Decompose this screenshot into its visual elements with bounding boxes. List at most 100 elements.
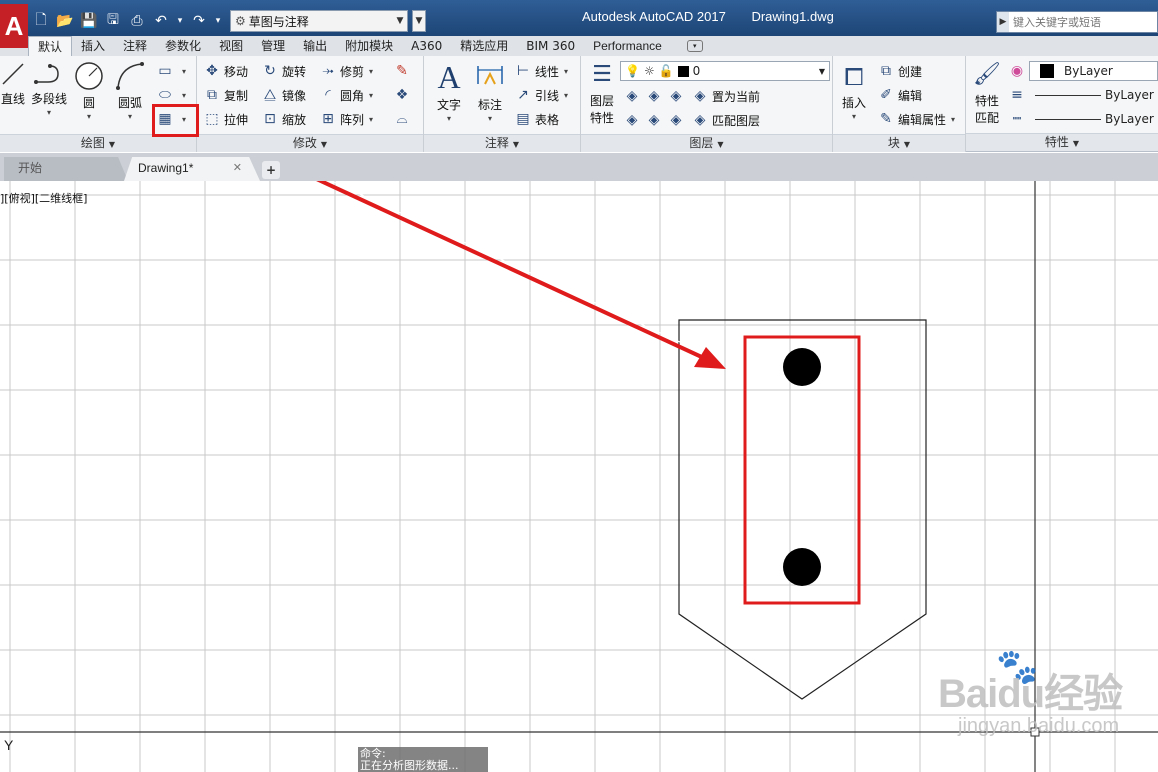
rotate-button[interactable]: ↻ 旋转: [261, 62, 306, 80]
redo-icon[interactable]: ↷: [188, 10, 210, 32]
chevron-down-icon: ▼: [108, 140, 116, 149]
mirror-button[interactable]: ⧋ 镜像: [261, 86, 306, 104]
watermark-main: Baidu经验: [938, 672, 1123, 716]
print-icon[interactable]: ⎙: [126, 10, 148, 32]
color-dropdown[interactable]: ByLayer: [1029, 61, 1158, 81]
modify-panel-title[interactable]: 修改 ▼: [197, 134, 423, 152]
linear-dimension-button[interactable]: ⊢ 线性 ▾: [514, 62, 568, 80]
linetype-dropdown[interactable]: ByLayer: [1029, 85, 1158, 105]
layer-tool-4[interactable]: ◈: [623, 111, 644, 129]
viewport-controls[interactable]: ][俯视][二维线框]: [0, 190, 87, 206]
tab-start[interactable]: 开始: [4, 157, 128, 181]
window-title: Autodesk AutoCAD 2017 Drawing1.dwg: [582, 9, 856, 24]
command-line[interactable]: 命令: 正在分析图形数据...: [358, 747, 488, 772]
open-icon[interactable]: 📂: [54, 10, 76, 32]
tab-annotate[interactable]: 注释: [114, 36, 156, 56]
sun-icon: ☼: [643, 64, 655, 78]
layer-tool-1[interactable]: ◈: [623, 87, 644, 105]
redo-dropdown-icon[interactable]: ▾: [212, 10, 224, 32]
tab-insert[interactable]: 插入: [72, 36, 114, 56]
lineweight-button[interactable]: ≡: [1008, 86, 1029, 104]
quick-access-toolbar: 🗋 📂 💾 🖫 ⎙ ↶ ▾ ↷ ▾ ⚙ 草图与注释 ▼ ▼: [30, 9, 426, 33]
new-icon[interactable]: 🗋: [30, 10, 52, 32]
drawing-canvas[interactable]: ][俯视][二维线框] Y 命令: 正在分析图形数据... 🐾 Baidu经验 …: [0, 181, 1158, 772]
undo-dropdown-icon[interactable]: ▾: [174, 10, 186, 32]
ribbon-tab-bar: 默认 插入 注释 参数化 视图 管理 输出 附加模块 A360 精选应用 BIM…: [0, 36, 1158, 56]
explode-button[interactable]: ❖: [393, 86, 414, 104]
application-menu-button[interactable]: A: [0, 4, 28, 48]
move-button[interactable]: ✥ 移动: [203, 62, 248, 80]
text-button[interactable]: A 文字 ▾: [432, 60, 466, 123]
ellipse-button[interactable]: ⬭ ▾: [156, 86, 186, 104]
match-properties-button[interactable]: 🖌 特性 匹配: [968, 60, 1006, 126]
line-button[interactable]: 直线: [0, 60, 26, 107]
stretch-button[interactable]: ⬚ 拉伸: [203, 110, 248, 128]
copy-button[interactable]: ⧉ 复制: [203, 86, 248, 104]
chevron-down-icon: ▾: [86, 112, 91, 121]
layer-tool-3[interactable]: ◈: [667, 87, 688, 105]
tab-featured-apps[interactable]: 精选应用: [451, 36, 517, 56]
tab-drawing1[interactable]: Drawing1* ✕: [124, 157, 260, 181]
bottom-circle[interactable]: [783, 548, 821, 586]
tab-view[interactable]: 视图: [210, 36, 252, 56]
create-block-button[interactable]: ⧉ 创建: [877, 62, 922, 80]
lineweight-dropdown[interactable]: ByLayer: [1029, 109, 1158, 129]
dimension-button[interactable]: 标注 ▾: [472, 60, 508, 123]
layers-panel: ☰ 图层 特性 💡 ☼ 🔓 0 ▼ ◈ ◈ ◈ ◈ 置为当前 ◈ ◈ ◈ ◈ 匹配图…: [581, 56, 833, 152]
dimension-label: 标注: [477, 98, 502, 112]
tab-bim360[interactable]: BIM 360: [517, 36, 584, 56]
tab-addins[interactable]: 附加模块: [336, 36, 402, 56]
scale-button[interactable]: ⊡ 缩放: [261, 110, 306, 128]
top-circle[interactable]: [783, 348, 821, 386]
layer-properties-button[interactable]: ☰ 图层 特性: [585, 60, 619, 126]
fillet-button[interactable]: ◜ 圆角 ▾: [319, 86, 373, 104]
linetype-button[interactable]: ┉: [1008, 110, 1029, 128]
color-wheel-button[interactable]: ◉: [1008, 62, 1029, 80]
search-box: ▶: [996, 11, 1158, 33]
array-button[interactable]: ⊞ 阵列 ▾: [319, 110, 373, 128]
set-current-button[interactable]: ◈ 置为当前: [691, 87, 760, 105]
circle-button[interactable]: 圆 ▾: [72, 60, 106, 121]
search-expand-icon[interactable]: ▶: [997, 12, 1009, 32]
ribbon-minimize-icon[interactable]: ▾: [686, 40, 703, 52]
properties-panel-title[interactable]: 特性 ▼: [966, 133, 1158, 151]
tab-output[interactable]: 输出: [294, 36, 336, 56]
layer-tool-5[interactable]: ◈: [645, 111, 666, 129]
block-panel-label: 块: [887, 136, 900, 150]
close-icon[interactable]: ✕: [233, 157, 242, 179]
tab-default[interactable]: 默认: [28, 36, 73, 56]
workspace-select[interactable]: ⚙ 草图与注释 ▼: [230, 10, 408, 32]
tab-parametric[interactable]: 参数化: [156, 36, 210, 56]
block-panel-title[interactable]: 块 ▼: [833, 134, 965, 152]
undo-icon[interactable]: ↶: [150, 10, 172, 32]
trim-button[interactable]: ⤞ 修剪 ▾: [319, 62, 373, 80]
layer-tool-6[interactable]: ◈: [667, 111, 688, 129]
save-icon[interactable]: 💾: [78, 10, 100, 32]
tab-performance[interactable]: Performance: [584, 36, 671, 56]
qat-customize-button[interactable]: ▼: [412, 10, 426, 32]
edit-block-button[interactable]: ✐ 编辑: [877, 86, 922, 104]
insert-block-button[interactable]: ⧠ 插入 ▾: [837, 62, 871, 121]
table-button[interactable]: ▤ 表格: [514, 110, 559, 128]
polyline-button[interactable]: 多段线 ▾: [28, 60, 70, 117]
leader-button[interactable]: ↗ 引线 ▾: [514, 86, 568, 104]
edit-attributes-button[interactable]: ✎ 编辑属性 ▾: [877, 110, 955, 128]
layer-tool-2[interactable]: ◈: [645, 87, 666, 105]
arc-label: 圆弧: [117, 96, 142, 110]
rectangle-button[interactable]: ▭ ▾: [156, 62, 186, 80]
lineweight-value: ByLayer: [1105, 112, 1154, 126]
tab-a360[interactable]: A360: [402, 36, 451, 56]
layer-dropdown[interactable]: 💡 ☼ 🔓 0 ▼: [620, 61, 830, 81]
layers-panel-title[interactable]: 图层 ▼: [581, 134, 832, 152]
tab-manage[interactable]: 管理: [252, 36, 294, 56]
erase-button[interactable]: ✎: [393, 62, 414, 80]
hatch-highlight-box: [152, 104, 199, 137]
match-layer-button[interactable]: ◈ 匹配图层: [691, 111, 760, 129]
arc-button[interactable]: 圆弧 ▾: [112, 60, 148, 121]
annotation-panel-title[interactable]: 注释 ▼: [424, 134, 580, 152]
offset-button[interactable]: ⌓: [393, 110, 414, 128]
save-as-icon[interactable]: 🖫: [102, 10, 124, 32]
search-input[interactable]: [1009, 13, 1149, 31]
rectangle-icon: ▭: [158, 63, 172, 79]
new-tab-button[interactable]: +: [262, 161, 280, 179]
